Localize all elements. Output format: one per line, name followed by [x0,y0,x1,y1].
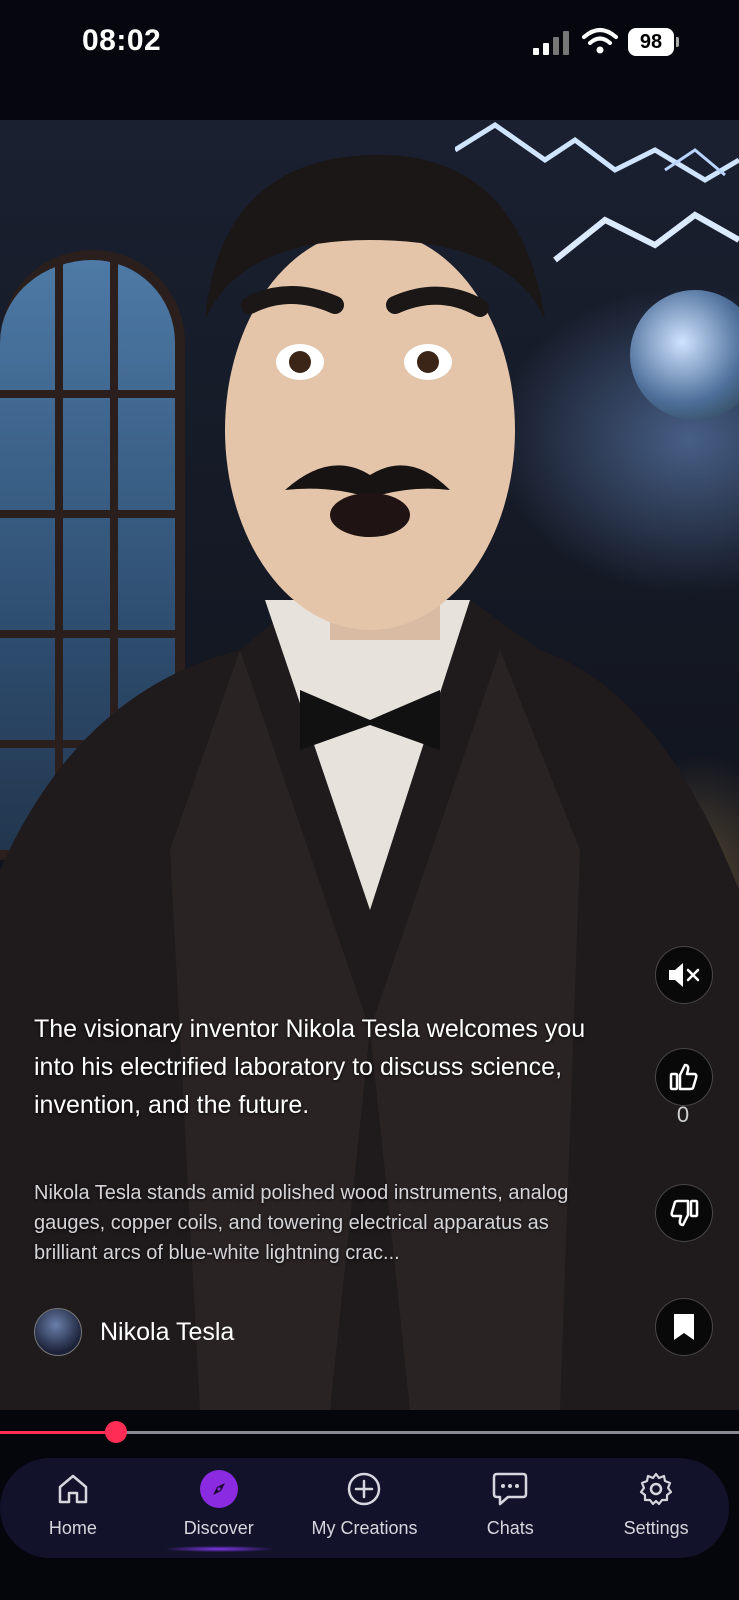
nav-home[interactable]: Home [0,1458,146,1558]
progress-fill [0,1431,117,1434]
chat-icon [491,1470,529,1508]
status-bar: 08:02 98 [0,0,739,120]
nav-discover-label: Discover [183,1518,254,1538]
video-player[interactable]: The visionary inventor Nikola Tesla welc… [0,120,739,1410]
bookmark-button[interactable] [655,1298,713,1356]
nav-my-creations[interactable]: My Creations [292,1458,438,1558]
cellular-signal-icon [533,31,569,55]
dislike-button[interactable] [655,1184,713,1242]
video-progress-bar[interactable] [0,1421,739,1443]
battery-indicator: 98 [628,28,674,56]
video-description[interactable]: Nikola Tesla stands amid polished wood i… [34,1178,604,1268]
thumbs-up-icon [669,1063,698,1091]
bookmark-icon [674,1314,694,1340]
like-button[interactable] [655,1048,713,1106]
home-icon [54,1470,92,1508]
wifi-icon [582,28,618,54]
plus-circle-icon [345,1470,383,1508]
nav-chats-label: Chats [486,1518,534,1538]
nav-discover[interactable]: Discover [146,1458,292,1558]
thumbs-down-icon [670,1199,699,1227]
nav-settings-label: Settings [623,1518,689,1538]
gear-icon [637,1470,675,1508]
progress-scrubber[interactable] [105,1421,128,1443]
bottom-nav: Home Discover My Creations Chats Setting… [0,1458,729,1558]
battery-tip [676,37,679,47]
status-time: 08:02 [82,24,162,57]
like-count: 0 [676,1102,690,1127]
compass-icon [199,1470,238,1508]
nav-chats[interactable]: Chats [437,1458,583,1558]
author-row[interactable]: Nikola Tesla [34,1308,234,1356]
mute-button[interactable] [655,946,713,1004]
avatar[interactable] [34,1308,82,1356]
nav-settings[interactable]: Settings [583,1458,729,1558]
nav-home-label: Home [48,1518,97,1538]
nav-my-creations-label: My Creations [311,1518,418,1538]
active-tab-indicator [165,1546,272,1552]
author-name[interactable]: Nikola Tesla [100,1318,234,1347]
video-title: The visionary inventor Nikola Tesla welc… [34,1015,586,1119]
speaker-muted-icon [669,963,700,987]
